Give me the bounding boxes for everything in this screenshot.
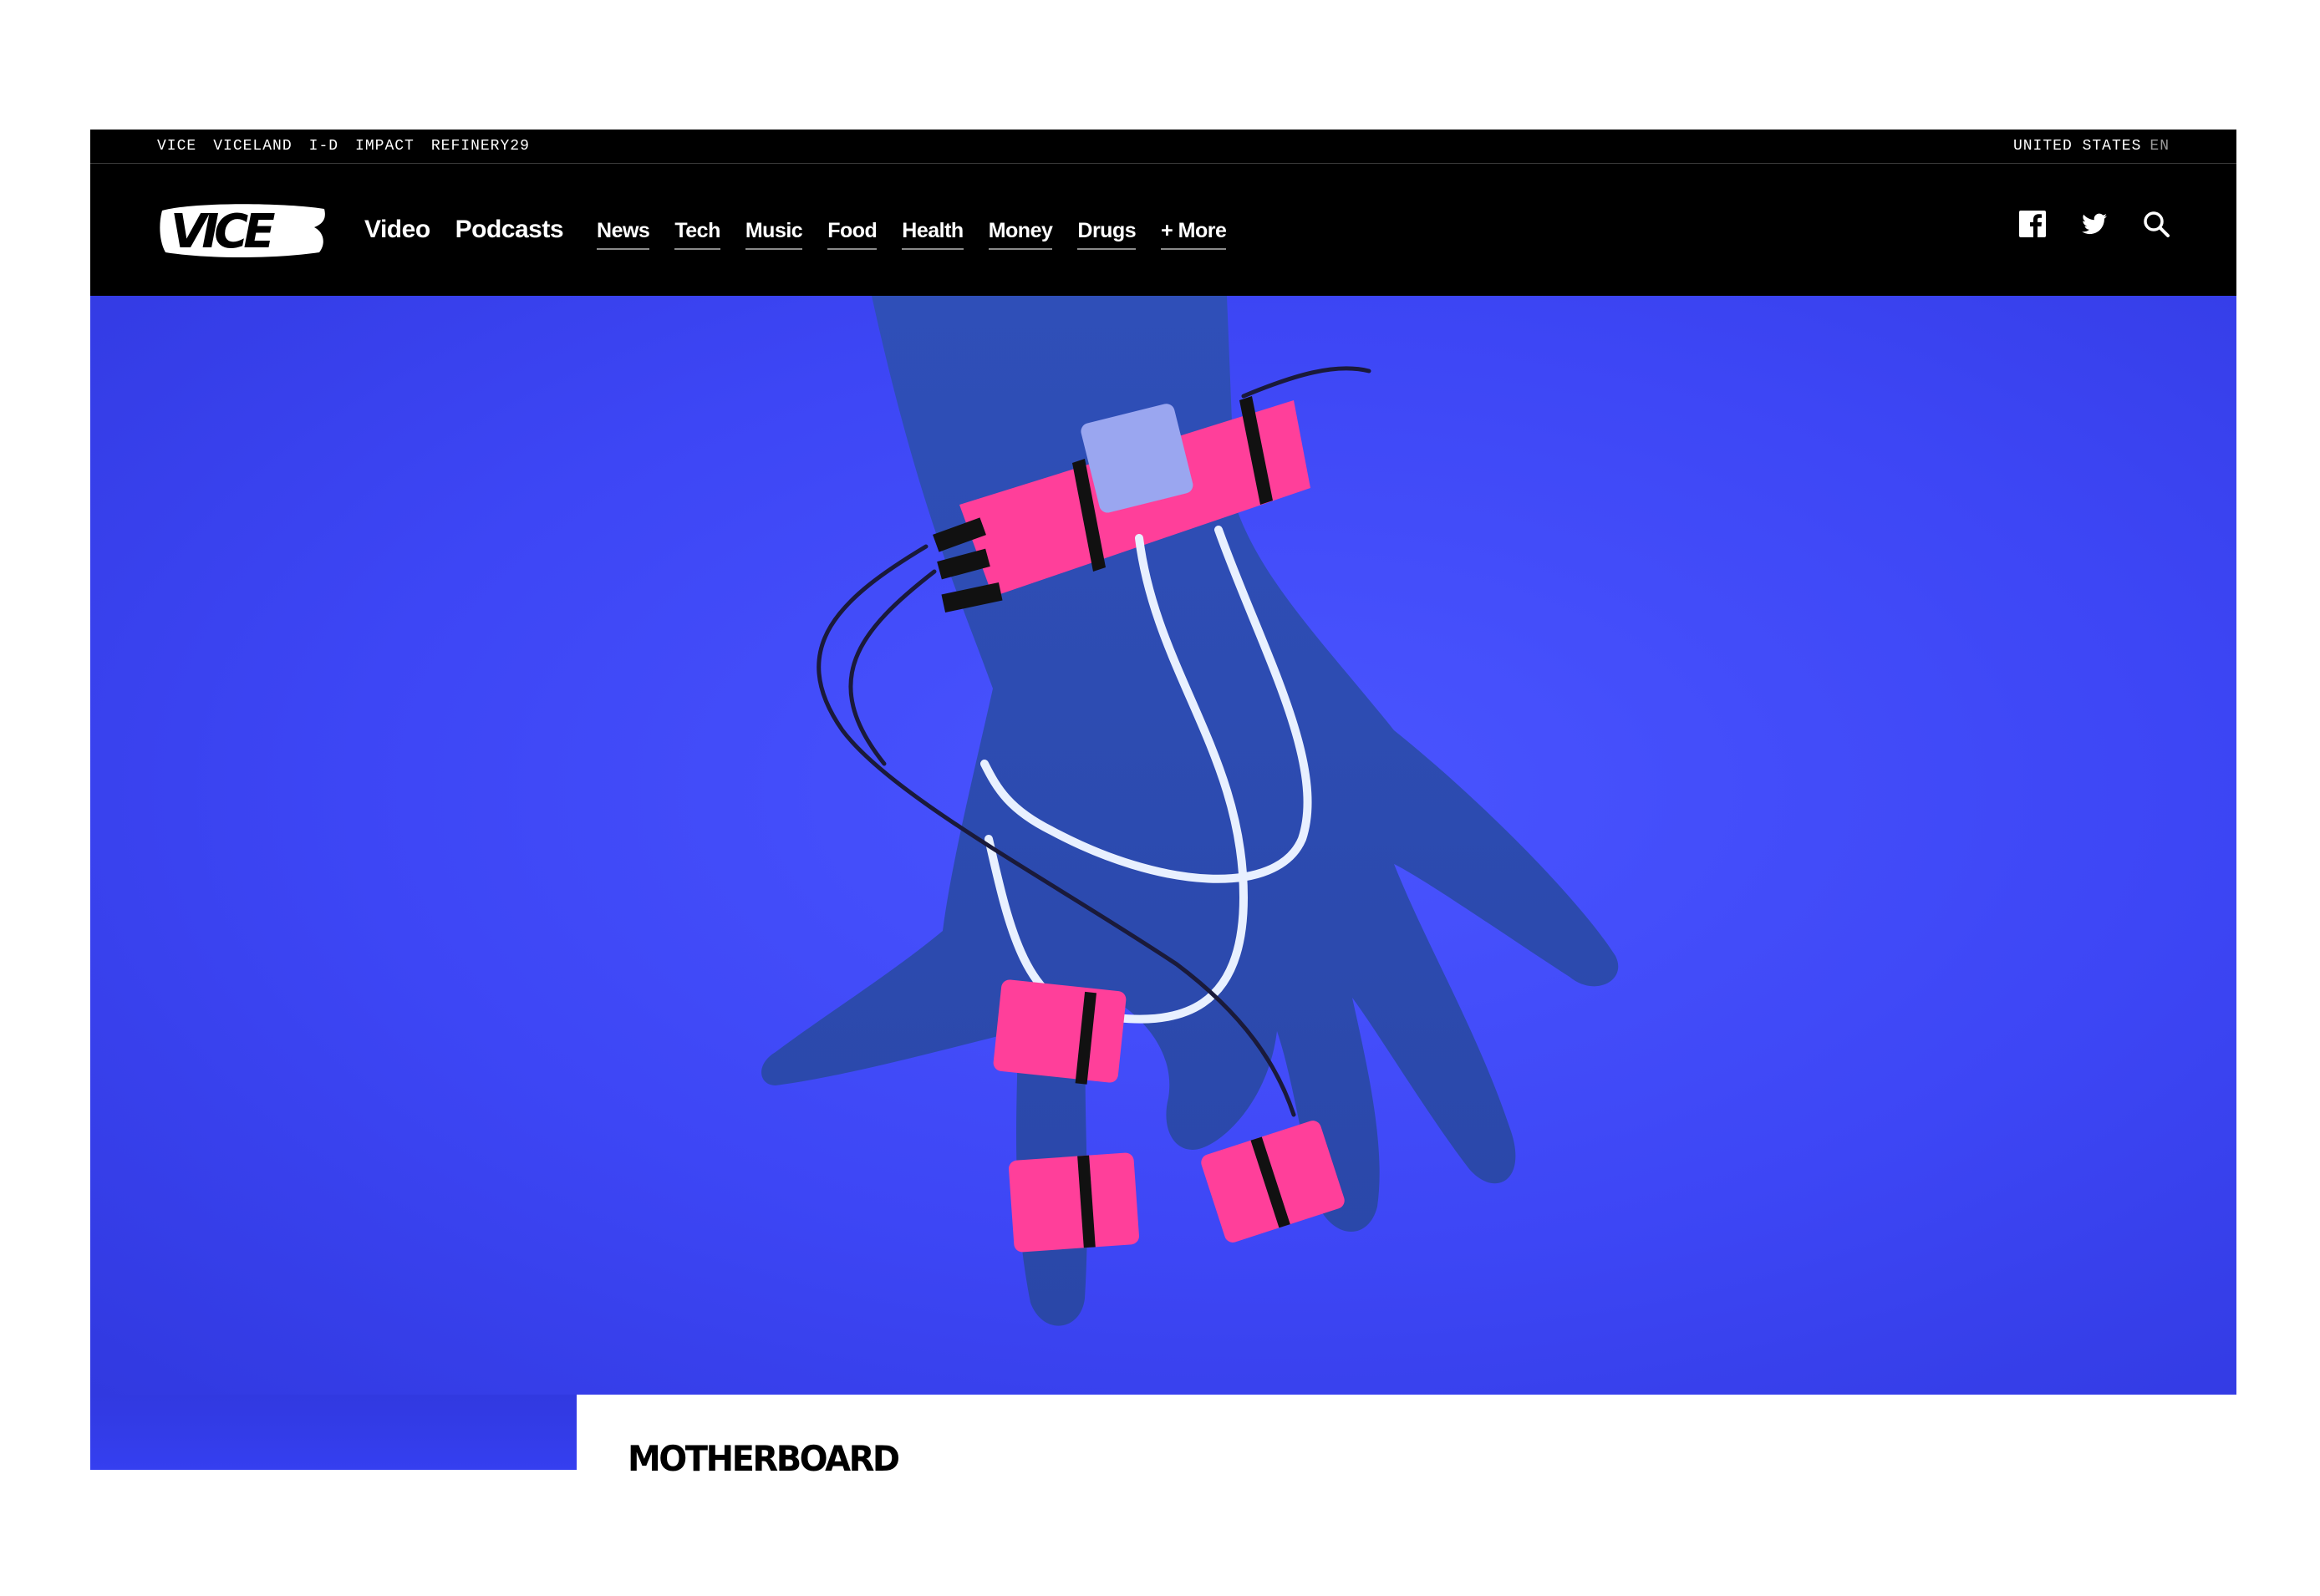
locale-selector[interactable]: UNITED STATES EN	[2013, 138, 2170, 155]
search-icon[interactable]	[2141, 209, 2171, 239]
brand-link-vice[interactable]: VICE	[157, 138, 196, 155]
language-label: EN	[2150, 138, 2170, 155]
nav-video[interactable]: Video	[364, 216, 430, 244]
logo-wordmark: VICE	[170, 205, 275, 259]
brand-link-viceland[interactable]: VICELAND	[213, 138, 292, 155]
region-label: UNITED STATES	[2012, 138, 2142, 155]
channel-wordmark[interactable]: MOTHERBOARD	[628, 1439, 900, 1479]
nav-food[interactable]: Food	[827, 219, 878, 250]
facebook-icon[interactable]	[2017, 209, 2048, 239]
vice-site: VICE VICELAND I-D IMPACT REFINERY29 UNIT…	[90, 130, 2236, 1470]
twitter-icon[interactable]	[2079, 209, 2109, 239]
vice-logo-icon: VICE	[160, 204, 325, 259]
article-card: MOTHERBOARD	[577, 1395, 2236, 1596]
nav-tech[interactable]: Tech	[674, 219, 720, 250]
hero-image-overflow	[90, 1395, 577, 1470]
brand-link-refinery29[interactable]: REFINERY29	[431, 138, 530, 155]
social-and-search	[2017, 209, 2171, 239]
nav-podcasts[interactable]: Podcasts	[455, 216, 564, 244]
nav-drugs[interactable]: Drugs	[1077, 219, 1137, 250]
hero-image	[90, 296, 2236, 1395]
main-navigation: VICE Video Podcasts News Tech Music Food…	[90, 164, 2236, 296]
brand-link-impact[interactable]: IMPACT	[355, 138, 415, 155]
nav-money[interactable]: Money	[988, 219, 1053, 250]
nav-news[interactable]: News	[597, 219, 650, 250]
primary-nav: Video Podcasts	[364, 216, 564, 244]
brand-link-i-d[interactable]: I-D	[309, 138, 338, 155]
hero-illustration	[761, 296, 1619, 1326]
network-brands: VICE VICELAND I-D IMPACT REFINERY29	[157, 138, 530, 155]
nav-music[interactable]: Music	[745, 219, 803, 250]
vice-logo[interactable]: VICE	[157, 201, 329, 259]
network-bar: VICE VICELAND I-D IMPACT REFINERY29 UNIT…	[90, 130, 2236, 164]
nav-more[interactable]: + More	[1161, 219, 1227, 250]
section-nav: News Tech Music Food Health Money Drugs …	[597, 211, 1227, 250]
nav-health[interactable]: Health	[902, 219, 964, 250]
